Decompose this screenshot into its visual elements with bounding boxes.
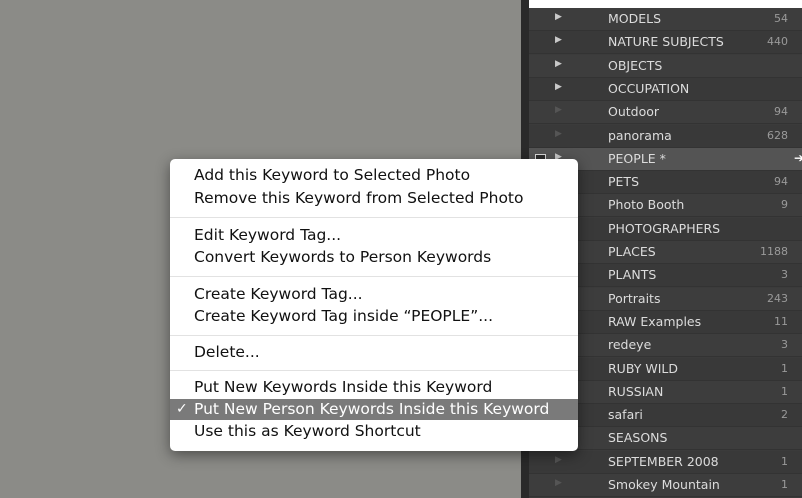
- checkmark-icon: ✓: [176, 401, 188, 417]
- keyword-count: 440: [767, 35, 788, 48]
- keyword-name: Outdoor: [608, 104, 660, 119]
- menu-separator: [170, 370, 578, 371]
- disclosure-triangle-icon: ▶: [555, 105, 562, 115]
- menu-convert-to-person-keywords[interactable]: Convert Keywords to Person Keywords: [170, 247, 578, 268]
- keyword-count: 3: [781, 338, 788, 351]
- keyword-name: PLACES: [608, 244, 656, 259]
- menu-label: Delete...: [194, 343, 260, 361]
- go-to-keyword-arrow-icon[interactable]: ➔: [794, 151, 802, 165]
- disclosure-triangle-icon[interactable]: ▶: [555, 82, 562, 92]
- keyword-name: PLANTS: [608, 267, 657, 282]
- keyword-row[interactable]: ▶ NATURE SUBJECTS 440: [529, 31, 802, 54]
- menu-label: Remove this Keyword from Selected Photo: [194, 189, 524, 207]
- keyword-name: SEASONS: [608, 430, 668, 445]
- keyword-count: 2: [781, 408, 788, 421]
- menu-label: Put New Keywords Inside this Keyword: [194, 378, 493, 396]
- keyword-count: 94: [774, 105, 788, 118]
- keyword-name: OBJECTS: [608, 58, 663, 73]
- disclosure-triangle-icon[interactable]: ▶: [555, 12, 562, 22]
- disclosure-triangle-icon[interactable]: ▶: [555, 35, 562, 45]
- keyword-count: 1: [781, 362, 788, 375]
- disclosure-triangle-icon: ▶: [555, 455, 562, 465]
- keyword-count: 1: [781, 455, 788, 468]
- keyword-count: 1: [781, 385, 788, 398]
- keyword-name: PHOTOGRAPHERS: [608, 221, 721, 236]
- keyword-row[interactable]: ▶ OCCUPATION: [529, 78, 802, 101]
- keyword-row[interactable]: ▶ Smokey Mountain 1: [529, 474, 802, 497]
- keyword-name: MODELS: [608, 11, 662, 26]
- keyword-name: Photo Booth: [608, 197, 685, 212]
- keyword-name: RAW Examples: [608, 314, 702, 329]
- menu-put-new-person-keywords-inside[interactable]: ✓ Put New Person Keywords Inside this Ke…: [170, 399, 578, 420]
- keyword-row[interactable]: ▶ MODELS 54: [529, 8, 802, 31]
- keyword-name: Portraits: [608, 291, 661, 306]
- menu-use-as-keyword-shortcut[interactable]: Use this as Keyword Shortcut: [170, 421, 578, 442]
- menu-separator: [170, 276, 578, 277]
- menu-label: Create Keyword Tag...: [194, 285, 363, 303]
- menu-add-keyword-to-selected-photo[interactable]: Add this Keyword to Selected Photo: [170, 165, 578, 186]
- keyword-row[interactable]: ▶ panorama 628: [529, 125, 802, 148]
- keyword-count: 9: [781, 198, 788, 211]
- menu-create-keyword-tag-inside[interactable]: Create Keyword Tag inside “PEOPLE”...: [170, 306, 578, 327]
- keyword-context-menu: Add this Keyword to Selected Photo Remov…: [170, 159, 578, 451]
- menu-remove-keyword-from-selected-photo[interactable]: Remove this Keyword from Selected Photo: [170, 188, 578, 209]
- menu-edit-keyword-tag[interactable]: Edit Keyword Tag...: [170, 225, 578, 246]
- menu-label: Edit Keyword Tag...: [194, 226, 342, 244]
- menu-put-new-keywords-inside[interactable]: Put New Keywords Inside this Keyword: [170, 377, 578, 398]
- keyword-name: safari: [608, 407, 643, 422]
- keyword-name: panorama: [608, 128, 672, 143]
- keyword-count: 11: [774, 315, 788, 328]
- menu-label: Put New Person Keywords Inside this Keyw…: [194, 400, 550, 418]
- menu-separator: [170, 217, 578, 218]
- disclosure-triangle-icon: ▶: [555, 478, 562, 488]
- keyword-row[interactable]: ▶ SEPTEMBER 2008 1: [529, 451, 802, 474]
- disclosure-triangle-icon[interactable]: ▶: [555, 59, 562, 69]
- keyword-name: redeye: [608, 337, 652, 352]
- keyword-count: 94: [774, 175, 788, 188]
- keyword-count: 1: [781, 478, 788, 491]
- keyword-count: 243: [767, 292, 788, 305]
- keyword-row[interactable]: ▶ OBJECTS: [529, 55, 802, 78]
- keyword-count: 1188: [760, 245, 788, 258]
- menu-delete[interactable]: Delete...: [170, 342, 578, 363]
- keyword-count: 628: [767, 129, 788, 142]
- keyword-name: PEOPLE *: [608, 151, 666, 166]
- menu-label: Create Keyword Tag inside “PEOPLE”...: [194, 307, 494, 325]
- keyword-name: RUBY WILD: [608, 361, 678, 376]
- keyword-name: Smokey Mountain: [608, 477, 720, 492]
- keyword-count: 54: [774, 12, 788, 25]
- keyword-name: PETS: [608, 174, 640, 189]
- menu-label: Use this as Keyword Shortcut: [194, 422, 421, 440]
- menu-label: Add this Keyword to Selected Photo: [194, 166, 471, 184]
- menu-separator: [170, 335, 578, 336]
- disclosure-triangle-icon: ▶: [555, 129, 562, 139]
- keyword-name: RUSSIAN: [608, 384, 664, 399]
- keyword-row[interactable]: ▶ Outdoor 94: [529, 101, 802, 124]
- menu-label: Convert Keywords to Person Keywords: [194, 248, 492, 266]
- menu-create-keyword-tag[interactable]: Create Keyword Tag...: [170, 284, 578, 305]
- keyword-count: 3: [781, 268, 788, 281]
- keyword-name: OCCUPATION: [608, 81, 690, 96]
- keyword-name: NATURE SUBJECTS: [608, 34, 724, 49]
- keyword-name: SEPTEMBER 2008: [608, 454, 719, 469]
